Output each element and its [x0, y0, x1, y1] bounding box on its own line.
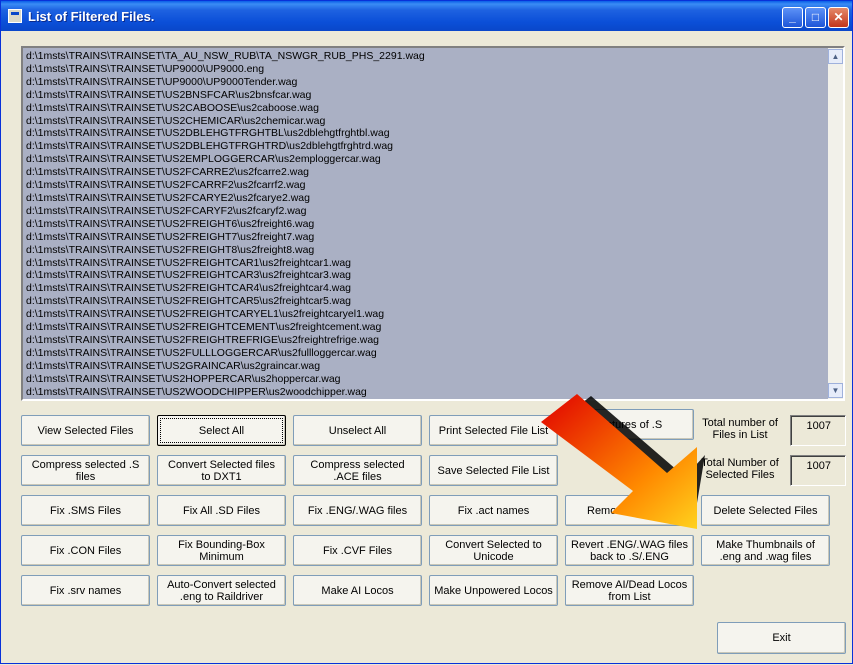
- list-item[interactable]: d:\1msts\TRAINS\TRAINSET\US2EMPLOGGERCAR…: [26, 153, 828, 166]
- print-selected-file-list-button[interactable]: Print Selected File List: [429, 415, 558, 446]
- title-bar[interactable]: List of Filtered Files. _ □ ✕: [1, 1, 852, 31]
- fix-all-sd-files-button[interactable]: Fix All .SD Files: [157, 495, 286, 526]
- close-button[interactable]: ✕: [828, 7, 849, 28]
- scroll-up-icon[interactable]: ▲: [828, 49, 843, 64]
- list-item[interactable]: d:\1msts\TRAINS\TRAINSET\US2FREIGHTCAR5\…: [26, 295, 828, 308]
- list-item[interactable]: d:\1msts\TRAINS\TRAINSET\US2FREIGHTCEMEN…: [26, 321, 828, 334]
- list-item[interactable]: d:\1msts\TRAINS\TRAINSET\US2FREIGHTREFRI…: [26, 334, 828, 347]
- list-item[interactable]: d:\1msts\TRAINS\TRAINSET\US2FREIGHTCAR4\…: [26, 282, 828, 295]
- view-selected-files-button[interactable]: View Selected Files: [21, 415, 150, 446]
- list-item[interactable]: d:\1msts\TRAINS\TRAINSET\US2DBLEHGTFRGHT…: [26, 127, 828, 140]
- fix-con-files-button[interactable]: Fix .CON Files: [21, 535, 150, 566]
- list-item[interactable]: d:\1msts\TRAINS\TRAINSET\US2CABOOSE\us2c…: [26, 102, 828, 115]
- minimize-button[interactable]: _: [782, 7, 803, 28]
- fix-bounding-box-button[interactable]: Fix Bounding-Box Minimum: [157, 535, 286, 566]
- delete-selected-files-button[interactable]: Delete Selected Files: [701, 495, 830, 526]
- maximize-button[interactable]: □: [805, 7, 826, 28]
- list-item[interactable]: d:\1msts\TRAINS\TRAINSET\US2CHEMICAR\us2…: [26, 115, 828, 128]
- list-item[interactable]: d:\1msts\TRAINS\TRAINSET\US2GRAINCAR\us2…: [26, 360, 828, 373]
- fix-srv-names-button[interactable]: Fix .srv names: [21, 575, 150, 606]
- selected-files-label: Total Number of Selected Files: [701, 457, 779, 481]
- scroll-down-icon[interactable]: ▼: [828, 383, 843, 398]
- total-files-label: Total number of Files in List: [702, 417, 778, 441]
- remove-ai-dead-locos-button[interactable]: Remove AI/Dead Locos from List: [565, 575, 694, 606]
- list-item[interactable]: d:\1msts\TRAINS\TRAINSET\US2FREIGHT7\us2…: [26, 231, 828, 244]
- list-item[interactable]: d:\1msts\TRAINS\TRAINSET\US2DBLEHGTFRGHT…: [26, 140, 828, 153]
- list-item[interactable]: d:\1msts\TRAINS\TRAINSET\UP9000\UP9000.e…: [26, 63, 828, 76]
- fix-sms-files-button[interactable]: Fix .SMS Files: [21, 495, 150, 526]
- list-item[interactable]: d:\1msts\TRAINS\TRAINSET\TA_AU_NSW_RUB\T…: [26, 50, 828, 63]
- list-item[interactable]: d:\1msts\TRAINS\TRAINSET\US2BNSFCAR\us2b…: [26, 89, 828, 102]
- list-item[interactable]: d:\1msts\TRAINS\TRAINSET\US2FREIGHT6\us2…: [26, 218, 828, 231]
- list-item[interactable]: d:\1msts\TRAINS\TRAINSET\US2FCARRE2\us2f…: [26, 166, 828, 179]
- list-item[interactable]: d:\1msts\TRAINS\TRAINSET\US2WOODCHIPPER\…: [26, 386, 828, 399]
- list-item[interactable]: d:\1msts\TRAINS\TRAINSET\US2FCARYE2\us2f…: [26, 192, 828, 205]
- window-title: List of Filtered Files.: [28, 9, 155, 24]
- save-selected-file-list-button[interactable]: Save Selected File List: [429, 455, 558, 486]
- convert-to-unicode-button[interactable]: Convert Selected to Unicode: [429, 535, 558, 566]
- app-window: List of Filtered Files. _ □ ✕ d:\1msts\T…: [0, 0, 853, 664]
- total-files-value: 1007: [790, 415, 846, 446]
- make-unpowered-locos-button[interactable]: Make Unpowered Locos: [429, 575, 558, 606]
- make-thumbnails-button[interactable]: Make Thumbnails of .eng and .wag files: [701, 535, 830, 566]
- list-item[interactable]: d:\1msts\TRAINS\TRAINSET\UP9000\UP9000Te…: [26, 76, 828, 89]
- select-all-button[interactable]: Select All: [157, 415, 286, 446]
- fix-act-names-button[interactable]: Fix .act names: [429, 495, 558, 526]
- file-listbox[interactable]: d:\1msts\TRAINS\TRAINSET\TA_AU_NSW_RUB\T…: [21, 46, 845, 401]
- revert-eng-wag-button[interactable]: Revert .ENG/.WAG files back to .S/.ENG: [565, 535, 694, 566]
- unselect-all-button[interactable]: Unselect All: [293, 415, 422, 446]
- list-item[interactable]: d:\1msts\TRAINS\TRAINSET\US2FREIGHT8\us2…: [26, 244, 828, 257]
- app-icon[interactable]: [8, 9, 22, 23]
- list-item[interactable]: d:\1msts\TRAINS\TRAINSET\US2FREIGHTCAR3\…: [26, 269, 828, 282]
- fix-eng-wag-files-button[interactable]: Fix .ENG/.WAG files: [293, 495, 422, 526]
- remove-selected-button[interactable]: Remove selected: [565, 495, 694, 526]
- list-item[interactable]: d:\1msts\TRAINS\TRAINSET\US2FREIGHTCAR1\…: [26, 257, 828, 270]
- vertical-scrollbar[interactable]: ▲ ▼: [828, 48, 843, 399]
- list-item[interactable]: d:\1msts\TRAINS\TRAINSET\US2FREIGHTCARYE…: [26, 308, 828, 321]
- pictures-of-s-button[interactable]: Pictures of .S: [565, 409, 694, 440]
- list-item[interactable]: d:\1msts\TRAINS\TRAINSET\US2HOPPERCAR\us…: [26, 373, 828, 386]
- auto-convert-raildriver-button[interactable]: Auto-Convert selected .eng to Raildriver: [157, 575, 286, 606]
- list-item[interactable]: d:\1msts\TRAINS\TRAINSET\US2FCARRF2\us2f…: [26, 179, 828, 192]
- list-item[interactable]: d:\1msts\TRAINS\TRAINSET\US2FCARYF2\us2f…: [26, 205, 828, 218]
- convert-to-dxt1-button[interactable]: Convert Selected files to DXT1: [157, 455, 286, 486]
- fix-cvf-files-button[interactable]: Fix .CVF Files: [293, 535, 422, 566]
- file-list-items[interactable]: d:\1msts\TRAINS\TRAINSET\TA_AU_NSW_RUB\T…: [23, 48, 828, 399]
- selected-files-value: 1007: [790, 455, 846, 486]
- exit-button[interactable]: Exit: [717, 622, 846, 654]
- make-ai-locos-button[interactable]: Make AI Locos: [293, 575, 422, 606]
- list-item[interactable]: d:\1msts\TRAINS\TRAINSET\US2FULLLOGGERCA…: [26, 347, 828, 360]
- compress-selected-s-button[interactable]: Compress selected .S files: [21, 455, 150, 486]
- compress-selected-ace-button[interactable]: Compress selected .ACE files: [293, 455, 422, 486]
